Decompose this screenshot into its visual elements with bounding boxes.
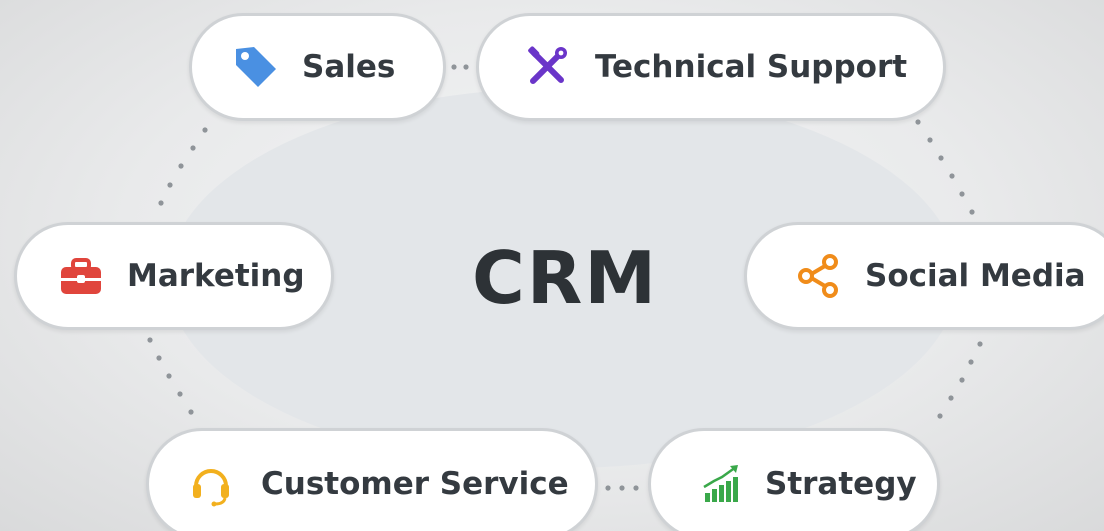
node-technical-support-label: Technical Support [595, 48, 908, 85]
tag-icon [230, 41, 282, 93]
crm-center-label: CRM [472, 236, 658, 320]
node-strategy[interactable]: Strategy [648, 428, 940, 531]
crm-diagram: CRM Sales Technical Support Marketing So… [0, 0, 1104, 531]
node-marketing-label: Marketing [127, 257, 305, 294]
node-sales[interactable]: Sales [189, 13, 446, 121]
headset-icon [185, 458, 237, 510]
node-technical-support[interactable]: Technical Support [476, 13, 946, 121]
node-sales-label: Sales [302, 48, 396, 85]
briefcase-icon [55, 250, 107, 302]
tools-icon [521, 41, 573, 93]
node-customer-service-label: Customer Service [261, 465, 569, 502]
node-marketing[interactable]: Marketing [14, 222, 334, 330]
share-icon [793, 250, 845, 302]
growth-chart-icon [695, 458, 747, 510]
node-social-media-label: Social Media [865, 257, 1086, 294]
node-customer-service[interactable]: Customer Service [146, 428, 598, 531]
node-strategy-label: Strategy [765, 465, 917, 502]
node-social-media[interactable]: Social Media [744, 222, 1104, 330]
